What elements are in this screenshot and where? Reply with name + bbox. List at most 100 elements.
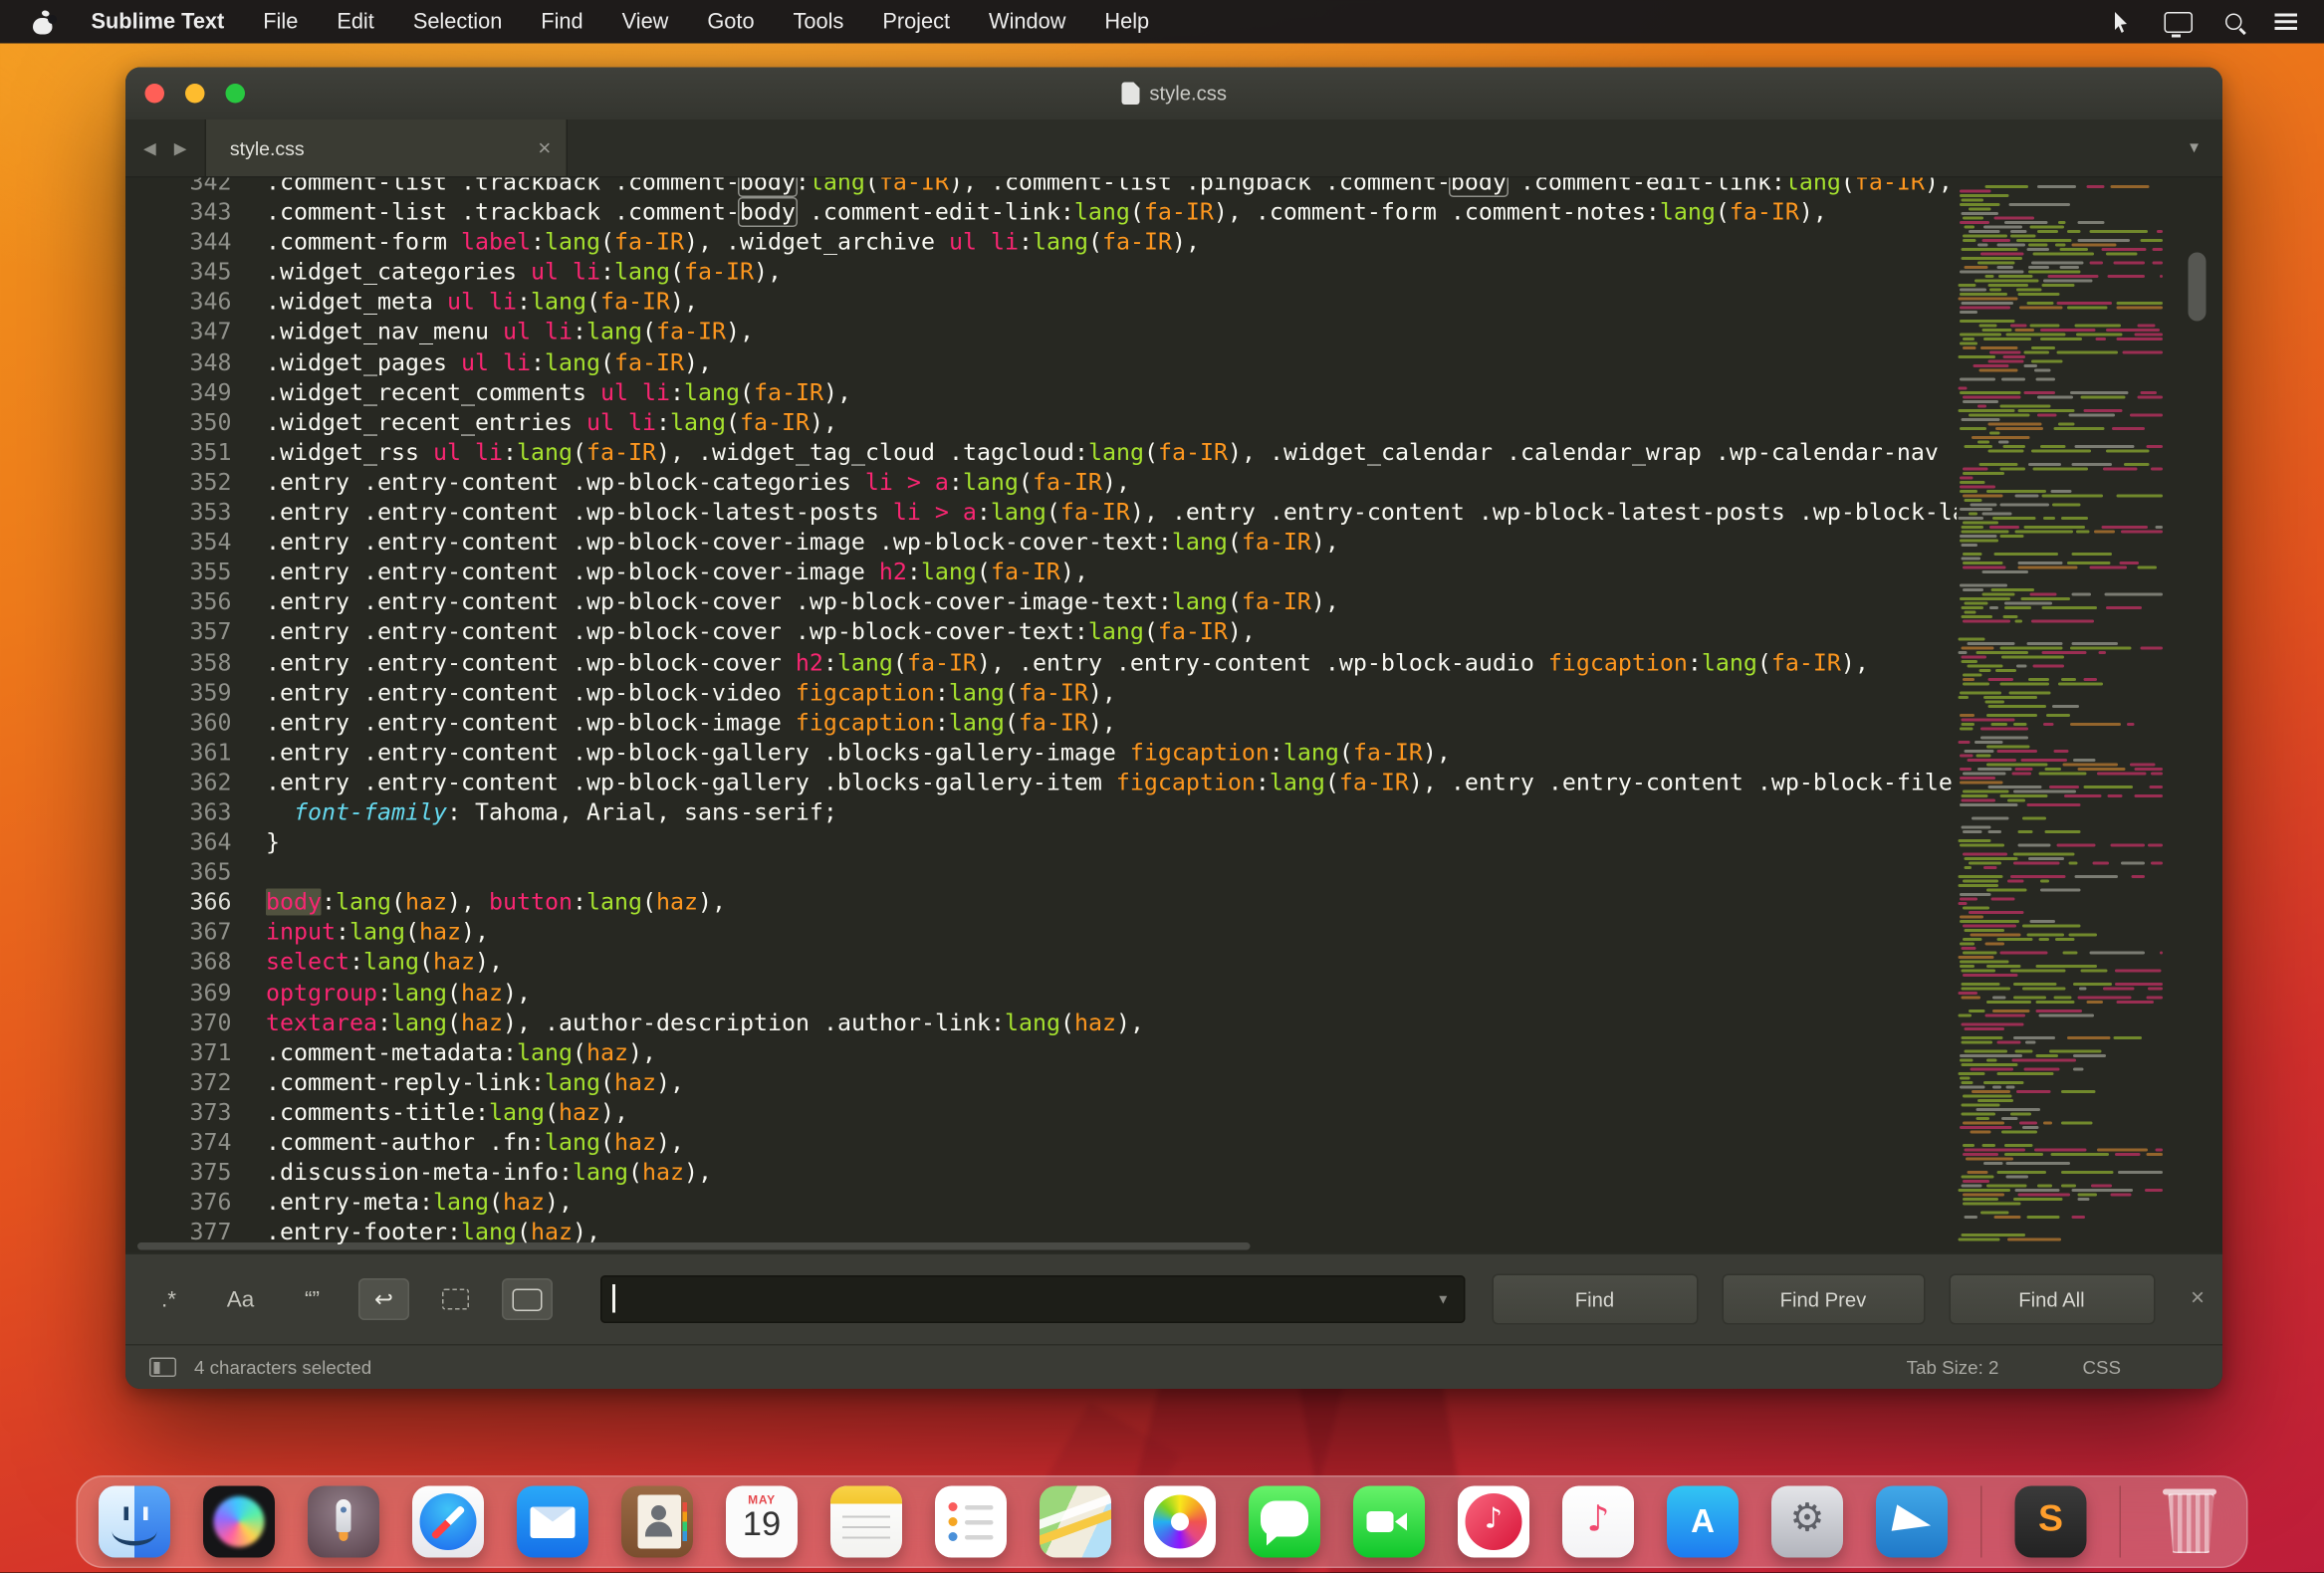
menu-item-tools[interactable]: Tools xyxy=(794,10,844,34)
mail-icon[interactable] xyxy=(517,1486,588,1559)
window-titlebar[interactable]: style.css xyxy=(125,67,2222,119)
code-line[interactable]: 376 .entry-meta:lang(haz), xyxy=(125,1188,1957,1218)
code-line[interactable]: 366 body:lang(haz), button:lang(haz), xyxy=(125,887,1957,917)
launchpad-icon[interactable] xyxy=(308,1486,379,1559)
code-line[interactable]: 344 .comment-form label:lang(fa-IR), .wid… xyxy=(125,227,1957,257)
spotlight-search-icon[interactable] xyxy=(2225,13,2242,30)
highlight-matches-toggle[interactable] xyxy=(502,1278,553,1320)
safari-icon[interactable] xyxy=(412,1486,484,1559)
code-line[interactable]: 349 .widget_recent_comments ul li:lang(fa… xyxy=(125,377,1957,407)
code-line[interactable]: 375 .discussion-meta-info:lang(haz), xyxy=(125,1158,1957,1188)
menu-item-find[interactable]: Find xyxy=(541,10,582,34)
code-line[interactable]: 342 .comment-list .trackback .comment-bod… xyxy=(125,178,1957,198)
code-area[interactable]: 342 .comment-list .trackback .comment-bod… xyxy=(125,178,1958,1253)
tab-overflow-icon[interactable]: ▼ xyxy=(2187,139,2202,156)
telegram-icon[interactable] xyxy=(1876,1486,1948,1559)
code-line[interactable]: 372 .comment-reply-link:lang(haz), xyxy=(125,1067,1957,1097)
tab-nav-back-icon[interactable]: ◀ xyxy=(143,138,156,157)
menu-item-help[interactable]: Help xyxy=(1104,10,1149,34)
apple-menu-icon[interactable] xyxy=(33,8,57,34)
zoom-window-button[interactable] xyxy=(225,84,245,104)
close-find-panel-icon[interactable]: × xyxy=(2191,1286,2205,1313)
menu-item-window[interactable]: Window xyxy=(989,10,1065,34)
facetime-icon[interactable] xyxy=(1353,1486,1425,1559)
syntax-indicator[interactable]: CSS xyxy=(2082,1357,2121,1378)
find-history-dropdown-icon[interactable]: ▼ xyxy=(1437,1292,1450,1307)
minimize-window-button[interactable] xyxy=(185,84,205,104)
menu-item-view[interactable]: View xyxy=(622,10,669,34)
photos-icon[interactable] xyxy=(1144,1486,1216,1559)
menu-item-goto[interactable]: Goto xyxy=(707,10,754,34)
code-line[interactable]: 355 .entry .entry-content .wp-block-cover… xyxy=(125,558,1957,587)
regex-toggle[interactable]: .* xyxy=(143,1278,194,1320)
code-line[interactable]: 363 font-family: Tahoma, Arial, sans-ser… xyxy=(125,797,1957,827)
code-line[interactable]: 359 .entry .entry-content .wp-block-video… xyxy=(125,677,1957,707)
find-prev-button[interactable]: Find Prev xyxy=(1721,1273,1925,1325)
whole-word-toggle[interactable]: “” xyxy=(287,1278,338,1320)
itunes-icon[interactable]: ♪ xyxy=(1458,1486,1529,1559)
tab-nav-forward-icon[interactable]: ▶ xyxy=(174,138,187,157)
app-store-icon[interactable]: A xyxy=(1667,1486,1739,1559)
siri-icon[interactable] xyxy=(203,1486,275,1559)
finder-icon[interactable] xyxy=(99,1486,170,1559)
minimap[interactable] xyxy=(1957,185,2169,1241)
reminders-icon[interactable] xyxy=(935,1486,1007,1559)
code-line[interactable]: 350 .widget_recent_entries ul li:lang(fa-… xyxy=(125,407,1957,437)
code-line[interactable]: 369 optgroup:lang(haz), xyxy=(125,978,1957,1008)
code-line[interactable]: 360 .entry .entry-content .wp-block-image… xyxy=(125,708,1957,738)
code-line[interactable]: 371 .comment-metadata:lang(haz), xyxy=(125,1037,1957,1067)
code-line[interactable]: 370 textarea:lang(haz), .author-descripti… xyxy=(125,1008,1957,1037)
notes-icon[interactable] xyxy=(830,1486,902,1559)
code-line[interactable]: 356 .entry .entry-content .wp-block-cover… xyxy=(125,587,1957,617)
control-center-icon[interactable] xyxy=(2274,13,2297,31)
code-line[interactable]: 343 .comment-list .trackback .comment-bod… xyxy=(125,197,1957,227)
code-line[interactable]: 374 .comment-author .fn:lang(haz), xyxy=(125,1128,1957,1158)
code-line[interactable]: 365 xyxy=(125,857,1957,887)
tab-close-icon[interactable]: × xyxy=(538,136,551,159)
code-line[interactable]: 364} xyxy=(125,827,1957,857)
horizontal-scrollbar-thumb[interactable] xyxy=(137,1242,1251,1250)
code-line[interactable]: 348 .widget_pages ul li:lang(fa-IR), xyxy=(125,347,1957,377)
code-line[interactable]: 373 .comments-title:lang(haz), xyxy=(125,1097,1957,1127)
menu-item-project[interactable]: Project xyxy=(882,10,950,34)
code-line[interactable]: 367 input:lang(haz), xyxy=(125,918,1957,948)
display-icon[interactable] xyxy=(2164,11,2193,37)
code-editor[interactable]: 342 .comment-list .trackback .comment-bod… xyxy=(125,177,2222,1253)
find-button[interactable]: Find xyxy=(1491,1273,1698,1325)
show-panel-icon[interactable] xyxy=(149,1357,176,1377)
menu-item-edit[interactable]: Edit xyxy=(337,10,374,34)
code-line[interactable]: 346 .widget_meta ul li:lang(fa-IR), xyxy=(125,288,1957,318)
menu-item-selection[interactable]: Selection xyxy=(413,10,502,34)
menu-app-name[interactable]: Sublime Text xyxy=(92,10,225,34)
case-sensitive-toggle[interactable]: Aa xyxy=(215,1278,266,1320)
wrap-toggle[interactable]: ↩ xyxy=(358,1278,409,1320)
calendar-icon[interactable]: MAY 19 xyxy=(726,1486,798,1559)
system-preferences-icon[interactable]: ⚙ xyxy=(1771,1486,1843,1559)
code-line[interactable]: 358 .entry .entry-content .wp-block-cover… xyxy=(125,647,1957,677)
code-line[interactable]: 347 .widget_nav_menu ul li:lang(fa-IR), xyxy=(125,318,1957,347)
vertical-scrollbar-thumb[interactable] xyxy=(2188,252,2207,322)
code-line[interactable]: 362 .entry .entry-content .wp-block-galle… xyxy=(125,768,1957,797)
maps-icon[interactable] xyxy=(1040,1486,1111,1559)
trash-icon[interactable] xyxy=(2154,1486,2225,1558)
menu-item-file[interactable]: File xyxy=(263,10,298,34)
code-line[interactable]: 353 .entry .entry-content .wp-block-lates… xyxy=(125,498,1958,528)
find-all-button[interactable]: Find All xyxy=(1948,1273,2155,1325)
tab-style-css[interactable]: style.css × xyxy=(204,119,568,176)
code-line[interactable]: 354 .entry .entry-content .wp-block-cover… xyxy=(125,528,1957,558)
close-window-button[interactable] xyxy=(144,84,164,104)
code-line[interactable]: 368 select:lang(haz), xyxy=(125,948,1957,978)
messages-icon[interactable] xyxy=(1249,1486,1320,1559)
code-line[interactable]: 361 .entry .entry-content .wp-block-galle… xyxy=(125,738,1957,768)
code-line[interactable]: 357 .entry .entry-content .wp-block-cover… xyxy=(125,617,1957,647)
music-icon[interactable]: ♪ xyxy=(1562,1486,1634,1559)
sublime-text-icon[interactable]: S xyxy=(2014,1486,2087,1559)
code-line[interactable]: 352 .entry .entry-content .wp-block-categ… xyxy=(125,467,1957,497)
in-selection-toggle[interactable] xyxy=(430,1278,481,1320)
code-line[interactable]: 345 .widget_categories ul li:lang(fa-IR), xyxy=(125,257,1957,287)
cursor-icon[interactable] xyxy=(2111,10,2132,34)
tab-size-indicator[interactable]: Tab Size: 2 xyxy=(1907,1357,1999,1378)
contacts-icon[interactable] xyxy=(621,1486,693,1559)
code-line[interactable]: 351 .widget_rss ul li:lang(fa-IR), .widge… xyxy=(125,437,1957,467)
find-input[interactable]: ▼ xyxy=(600,1275,1465,1323)
